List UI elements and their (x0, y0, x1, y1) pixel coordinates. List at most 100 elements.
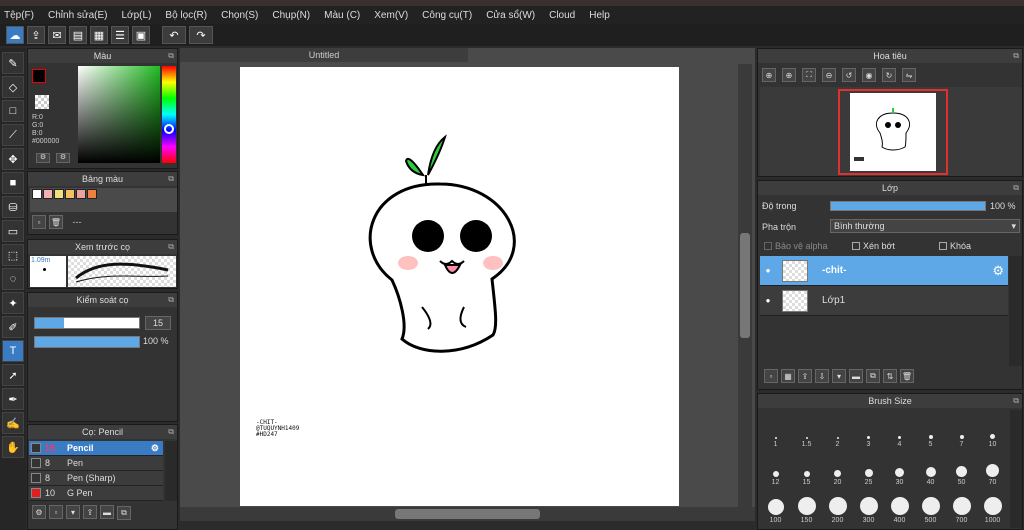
brush-size-option[interactable]: 25 (853, 448, 884, 486)
folder-icon[interactable]: ▬ (849, 369, 863, 383)
layer-scrollbar[interactable] (1009, 256, 1022, 366)
new-halftone-layer-icon[interactable]: ▦ (781, 369, 795, 383)
operation-tool-icon[interactable]: ➚ (2, 364, 24, 386)
visibility-icon[interactable]: ● (760, 296, 776, 305)
new-layer-icon[interactable]: ▫ (764, 369, 778, 383)
menu-filter[interactable]: Bộ lọc(R) (165, 10, 207, 21)
rotate-left-icon[interactable]: ↺ (842, 68, 856, 82)
menu-select[interactable]: Chọn(S) (221, 10, 258, 21)
foreground-color[interactable] (32, 69, 46, 83)
brush-size-option[interactable]: 3 (853, 410, 884, 448)
brush-size-option[interactable]: 7 (946, 410, 977, 448)
brush-size-option[interactable]: 40 (915, 448, 946, 486)
menu-capture[interactable]: Chụp(N) (272, 10, 310, 21)
delete-palette-icon[interactable]: 🗑 (49, 215, 63, 229)
rect-select-icon[interactable]: ⬚ (2, 244, 24, 266)
visibility-icon[interactable]: ● (760, 266, 776, 275)
undock-icon[interactable]: ⧉ (168, 49, 174, 63)
redo-icon[interactable]: ↷ (189, 26, 213, 44)
merge-down-icon[interactable]: ⇩ (815, 369, 829, 383)
zoom-fit-icon[interactable]: ⊕ (762, 68, 776, 82)
brush-size-option[interactable]: 5 (915, 410, 946, 448)
grid-icon[interactable]: ▣ (132, 26, 150, 44)
layer-move-icon[interactable]: ⇅ (883, 369, 897, 383)
gear-icon[interactable]: ⚙ (151, 443, 159, 454)
undock-icon[interactable]: ⧉ (1013, 394, 1019, 408)
palette-swap-icon[interactable]: ⚙ (56, 153, 70, 163)
transparent-color[interactable] (35, 95, 49, 109)
palette-swatch[interactable] (87, 189, 97, 199)
blend-mode-select[interactable]: Bình thường ▾ (830, 219, 1020, 233)
menu-layer[interactable]: Lớp(L) (122, 10, 152, 21)
list-icon[interactable]: ☰ (111, 26, 129, 44)
brush-size-option[interactable]: 400 (884, 486, 915, 524)
fit-window-icon[interactable]: ⛶ (802, 68, 816, 82)
chat-icon[interactable]: ▤ (69, 26, 87, 44)
brush-duplicate-icon[interactable]: ⧉ (117, 505, 131, 520)
layer-dropdown-icon[interactable]: ▾ (832, 369, 846, 383)
layer-opacity-slider[interactable] (830, 201, 986, 211)
duplicate-layer-icon[interactable]: ⧉ (866, 369, 880, 383)
undock-icon[interactable]: ⧉ (168, 425, 174, 439)
magic-wand-icon[interactable]: ✦ (2, 292, 24, 314)
brush-size-option[interactable]: 30 (884, 448, 915, 486)
canvas-paper[interactable]: -CHIT- @TUQUYNH1409 #HD247 (240, 67, 679, 506)
brush-size-option[interactable]: 12 (760, 448, 791, 486)
menu-view[interactable]: Xem(V) (374, 10, 408, 21)
pen-tool-icon[interactable]: ✍ (2, 412, 24, 434)
select-pen-icon[interactable]: ✐ (2, 316, 24, 338)
delete-layer-icon[interactable]: 🗑 (900, 369, 914, 383)
brush-size-option[interactable]: 1.5 (791, 410, 822, 448)
new-palette-icon[interactable]: ▫ (32, 215, 46, 229)
brush-size-option[interactable]: 4 (884, 410, 915, 448)
brush-size-option[interactable]: 300 (853, 486, 884, 524)
rotate-right-icon[interactable]: ↻ (882, 68, 896, 82)
menu-file[interactable]: Tệp(F) (4, 10, 34, 21)
flip-icon[interactable]: ⇋ (902, 68, 916, 82)
export-icon[interactable]: ⇪ (27, 26, 45, 44)
canvas-tab[interactable]: Untitled (180, 48, 468, 62)
brush-size-option[interactable]: 20 (822, 448, 853, 486)
rectangle-fill-icon[interactable]: ■ (2, 172, 24, 194)
shape-tool-icon[interactable]: □ (2, 100, 24, 122)
brush-new-icon[interactable]: ▫ (49, 505, 63, 519)
undock-icon[interactable]: ⧉ (168, 293, 174, 307)
gear-icon[interactable]: ⚙ (992, 263, 1004, 279)
undock-icon[interactable]: ⧉ (1013, 181, 1019, 195)
bucket-tool-icon[interactable]: ⛁ (2, 196, 24, 218)
brush-size-option[interactable]: 500 (915, 486, 946, 524)
brush-tool-icon[interactable]: ✎ (2, 52, 24, 74)
menu-edit[interactable]: Chỉnh sửa(E) (48, 10, 108, 21)
undock-icon[interactable]: ⧉ (168, 240, 174, 254)
horizontal-scroll-thumb[interactable] (395, 509, 540, 519)
import-layer-icon[interactable]: ⇪ (798, 369, 812, 383)
palette-swatch[interactable] (65, 189, 75, 199)
gradient-tool-icon[interactable]: ▭ (2, 220, 24, 242)
brush-load-icon[interactable]: ⚙ (32, 505, 46, 519)
brush-size-option[interactable]: 50 (946, 448, 977, 486)
menu-color[interactable]: Màu (C) (324, 10, 360, 21)
palette-swatch[interactable] (76, 189, 86, 199)
brush-size-option[interactable]: 1000 (977, 486, 1008, 524)
brush-opacity-slider[interactable] (34, 336, 140, 348)
hue-handle[interactable] (164, 124, 174, 134)
dropper-tool-icon[interactable]: ✒ (2, 388, 24, 410)
brush-list-item[interactable]: 15 Pencil ⚙ (29, 441, 163, 456)
lasso-select-icon[interactable]: ◌ (2, 268, 24, 290)
comment-icon[interactable]: ✉ (48, 26, 66, 44)
palette-swatch[interactable] (43, 189, 53, 199)
brush-size-value[interactable]: 15 (145, 316, 171, 330)
menu-tools[interactable]: Công cụ(T) (422, 10, 472, 21)
undock-icon[interactable]: ⧉ (168, 172, 174, 186)
brush-size-option[interactable]: 200 (822, 486, 853, 524)
undo-icon[interactable]: ↶ (162, 26, 186, 44)
brush-size-slider[interactable] (34, 317, 140, 329)
brush-size-option[interactable]: 1 (760, 410, 791, 448)
vertical-scroll-thumb[interactable] (740, 233, 750, 338)
brush-list-item[interactable]: 10 G Pen (29, 486, 163, 501)
brush-list-scrollbar[interactable] (165, 441, 177, 501)
brush-size-option[interactable]: 10 (977, 410, 1008, 448)
brush-size-option[interactable]: 2 (822, 410, 853, 448)
line-tool-icon[interactable]: ⟋ (2, 124, 24, 146)
text-tool-icon[interactable]: T (2, 340, 24, 362)
